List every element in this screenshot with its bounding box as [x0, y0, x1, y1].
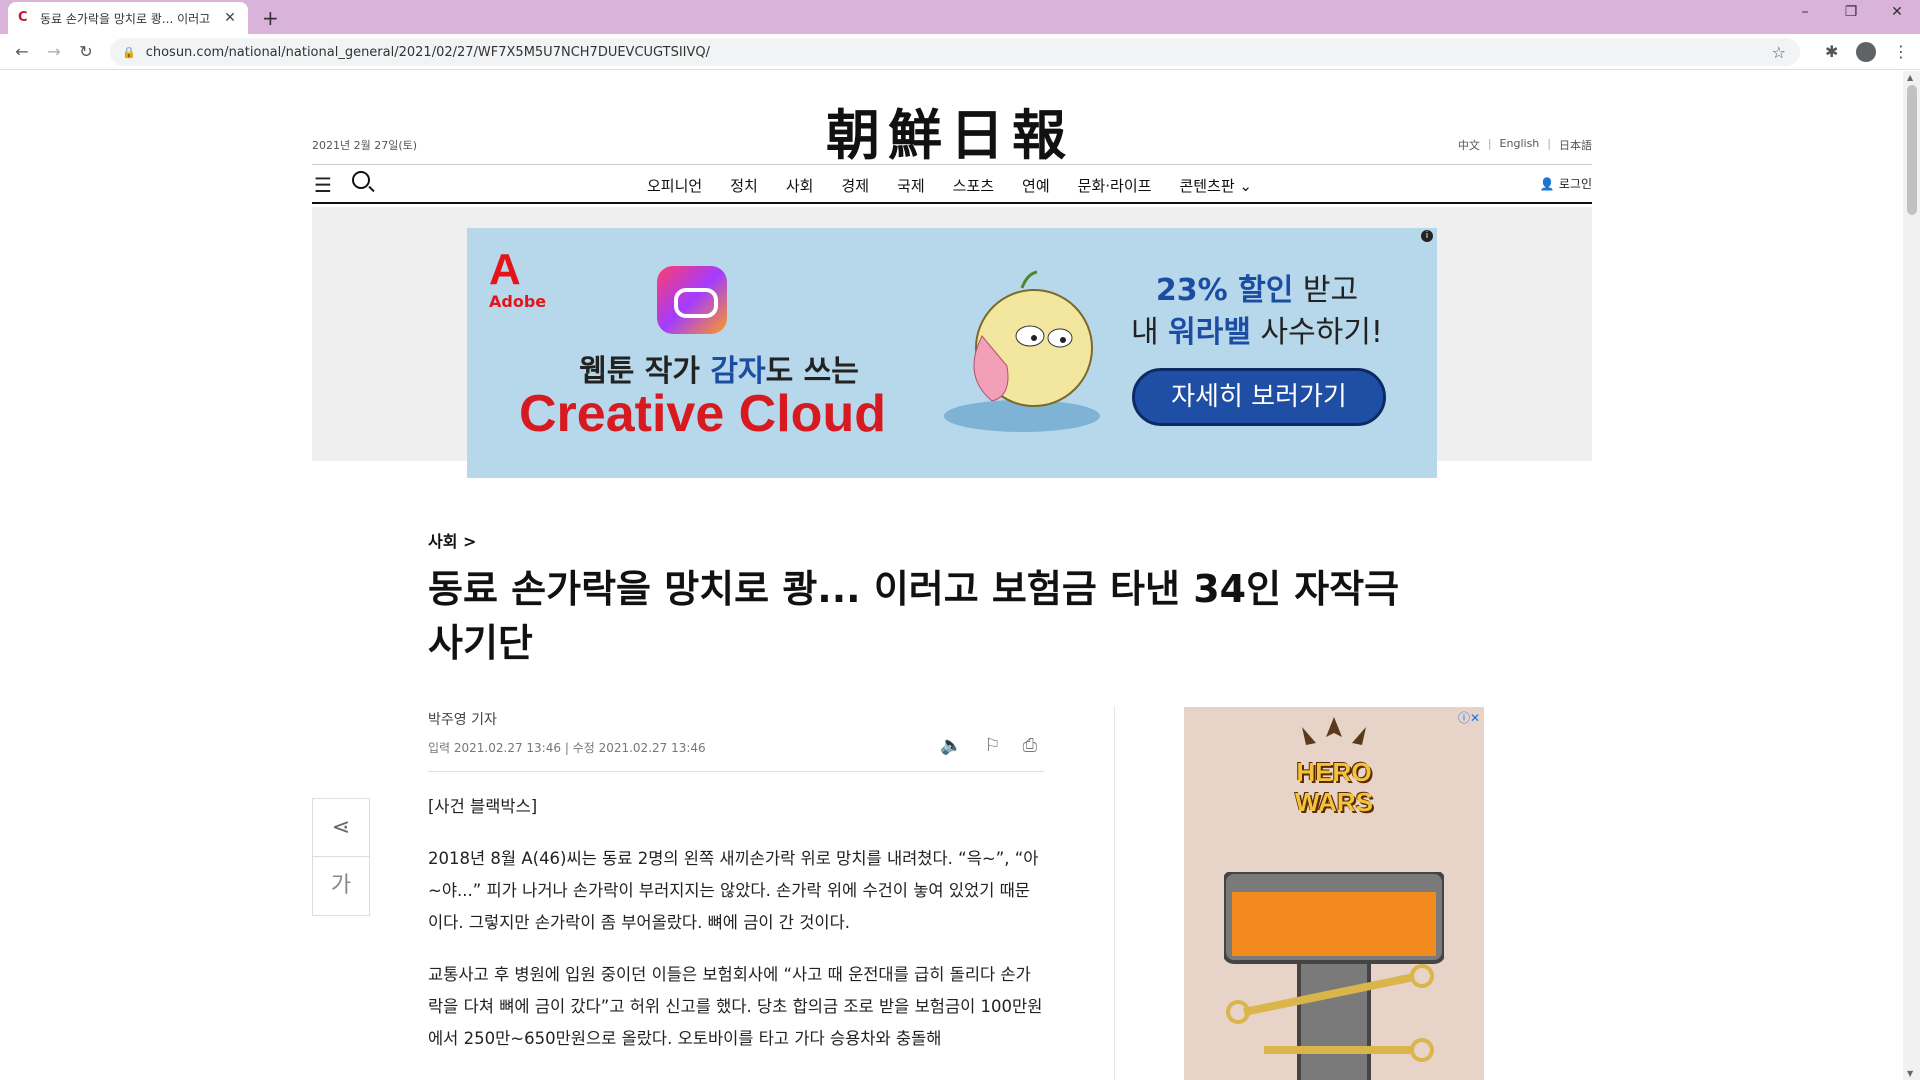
ad-promo-line1: 23% 할인 받고	[1107, 270, 1407, 312]
page-scrollbar[interactable]: ▲ ▼	[1903, 71, 1920, 1080]
pin-puzzle-illustration	[1224, 872, 1444, 1080]
share-icon[interactable]: ⋖	[313, 799, 369, 857]
login-label: 로그인	[1558, 177, 1592, 191]
user-icon: 👤	[1539, 176, 1555, 191]
ad-product-name: Creative Cloud	[519, 385, 886, 443]
web-page: 朝鮮日報 2021년 2월 27일(토) 中文 | English | 日本語 …	[0, 71, 1920, 1080]
nav-economy[interactable]: 경제	[841, 175, 869, 204]
article-body: [사건 블랙박스] 2018년 8월 A(46)씨는 동료 2명의 왼쪽 새끼손…	[428, 791, 1044, 1075]
browser-tab[interactable]: C 동료 손가락을 망치로 쾅... 이러고 ✕	[8, 2, 248, 34]
nav-politics[interactable]: 정치	[730, 175, 758, 204]
forward-arrow-icon[interactable]: →	[44, 42, 64, 61]
section-breadcrumb[interactable]: 사회 >	[428, 528, 476, 552]
hero-wars-crest-icon	[1302, 717, 1366, 745]
profile-avatar-icon[interactable]	[1856, 42, 1876, 62]
lang-separator: |	[1487, 137, 1492, 150]
adobe-brand-text: Adobe	[489, 292, 547, 311]
article-paragraph: 교통사고 후 병원에 입원 중이던 이들은 보험회사에 “사고 때 운전대를 급…	[428, 965, 1043, 1048]
nav-entertainment[interactable]: 연예	[1022, 175, 1050, 204]
close-window-button[interactable]: ✕	[1874, 4, 1920, 20]
ad-info-icon[interactable]: i	[1421, 230, 1433, 242]
scroll-thumb[interactable]	[1907, 85, 1917, 215]
nav-international[interactable]: 국제	[897, 175, 925, 204]
adobe-a-icon: A	[489, 245, 521, 294]
login-link[interactable]: 👤 로그인	[1540, 175, 1592, 192]
nav-culture-life[interactable]: 문화·라이프	[1078, 175, 1152, 204]
print-icon[interactable]: ⎙	[1023, 735, 1037, 756]
new-tab-button[interactable]: +	[262, 6, 279, 30]
article-paragraph: [사건 블랙박스]	[428, 797, 538, 816]
potato-character-illustration	[944, 270, 1100, 432]
browser-toolbar: ← → ↻ 🔒 chosun.com/national/national_gen…	[0, 34, 1920, 70]
language-links: 中文 | English | 日本語	[1458, 137, 1592, 153]
minimize-button[interactable]: –	[1782, 4, 1828, 20]
creative-cloud-icon	[657, 266, 727, 334]
ad-choices-icon[interactable]: ⓘ✕	[1458, 709, 1480, 726]
scroll-up-arrow-icon[interactable]: ▲	[1907, 73, 1913, 82]
url-text: chosun.com/national/national_general/202…	[145, 44, 711, 60]
nav-contents-label: 콘텐츠판	[1179, 177, 1235, 195]
ad-promo1-post: 받고	[1293, 273, 1359, 308]
reload-icon[interactable]: ↻	[76, 42, 96, 61]
article-byline[interactable]: 박주영 기자	[428, 709, 497, 729]
back-arrow-icon[interactable]: ←	[12, 42, 32, 61]
font-size-button[interactable]: 가	[313, 857, 369, 915]
nav-society[interactable]: 사회	[785, 175, 814, 204]
hamburger-menu-icon[interactable]: ☰	[314, 173, 332, 197]
header-date: 2021년 2월 27일(토)	[312, 139, 418, 152]
speaker-icon[interactable]: 🔈	[940, 735, 962, 756]
article-headline: 동료 손가락을 망치로 쾅... 이러고 보험금 타낸 34인 자작극 사기단	[428, 567, 1400, 665]
bookmark-icon[interactable]: ⚐	[984, 735, 1000, 756]
lang-separator: |	[1547, 137, 1551, 150]
ad-promo2-post: 사수하기!	[1250, 315, 1383, 350]
chevron-down-icon: ⌄	[1234, 177, 1252, 195]
ad-cta-button[interactable]: 자세히 보러가기	[1132, 368, 1386, 426]
top-ad-area: A Adobe 웹툰 작가 감자도 쓰는 Creative Cloud 23% …	[312, 207, 1592, 478]
lock-icon: 🔒	[122, 45, 136, 59]
article-paragraph: 2018년 8월 A(46)씨는 동료 2명의 왼쪽 새끼손가락 위로 망치를 …	[428, 849, 1039, 932]
lang-english-link[interactable]: English	[1500, 137, 1540, 153]
adobe-ad-banner[interactable]: A Adobe 웹툰 작가 감자도 쓰는 Creative Cloud 23% …	[467, 228, 1437, 478]
article-tools: 🔈 ⚐ ⎙	[940, 735, 1037, 756]
extensions-icon[interactable]: ✱	[1825, 42, 1838, 61]
ad-promo2-pre: 내	[1131, 315, 1169, 350]
nav-sports[interactable]: 스포츠	[953, 175, 994, 204]
nav-items: 오피니언 정치 사회 경제 국제 스포츠 연예 문화·라이프 콘텐츠판 ⌄	[647, 175, 1252, 204]
chosun-logo[interactable]: 朝鮮日報	[810, 91, 1090, 170]
tab-close-icon[interactable]: ✕	[222, 10, 238, 26]
tab-strip: C 동료 손가락을 망치로 쾅... 이러고 ✕ + – ❐ ✕	[0, 0, 1920, 34]
ad-discount: 23% 할인	[1155, 273, 1294, 308]
browser-menu-icon[interactable]: ⋮	[1893, 42, 1909, 61]
ad-promo-line2: 내 워라밸 사수하기!	[1107, 312, 1407, 354]
lang-japanese-link[interactable]: 日本語	[1559, 137, 1592, 153]
chosun-favicon-icon: C	[18, 10, 28, 25]
search-icon[interactable]	[352, 171, 370, 189]
tab-title: 동료 손가락을 망치로 쾅... 이러고	[40, 11, 211, 26]
byline-divider	[428, 771, 1044, 772]
hero-wars-logo: HERO WARS	[1295, 757, 1373, 817]
ad-worklife: 워라밸	[1168, 315, 1251, 350]
hero-wars-side-ad[interactable]: ⓘ✕ HERO WARS	[1184, 707, 1484, 1080]
restore-button[interactable]: ❐	[1828, 4, 1874, 20]
share-toolbox: ⋖ 가	[312, 798, 370, 916]
nav-contents[interactable]: 콘텐츠판 ⌄	[1179, 175, 1252, 204]
bookmark-star-icon[interactable]: ☆	[1772, 43, 1786, 62]
nav-opinion[interactable]: 오피니언	[647, 175, 702, 204]
column-divider	[1114, 706, 1115, 1080]
scroll-down-arrow-icon[interactable]: ▼	[1907, 1069, 1913, 1078]
address-bar[interactable]: 🔒 chosun.com/national/national_general/2…	[110, 38, 1800, 66]
article-dateline: 입력 2021.02.27 13:46 | 수정 2021.02.27 13:4…	[428, 741, 706, 755]
main-nav: ☰ 오피니언 정치 사회 경제 국제 스포츠 연예 문화·라이프 콘텐츠판 ⌄ …	[312, 164, 1592, 204]
lang-chinese-link[interactable]: 中文	[1458, 137, 1480, 153]
ad-promo-text: 23% 할인 받고 내 워라밸 사수하기!	[1107, 270, 1407, 354]
adobe-logo: A Adobe	[489, 245, 547, 318]
